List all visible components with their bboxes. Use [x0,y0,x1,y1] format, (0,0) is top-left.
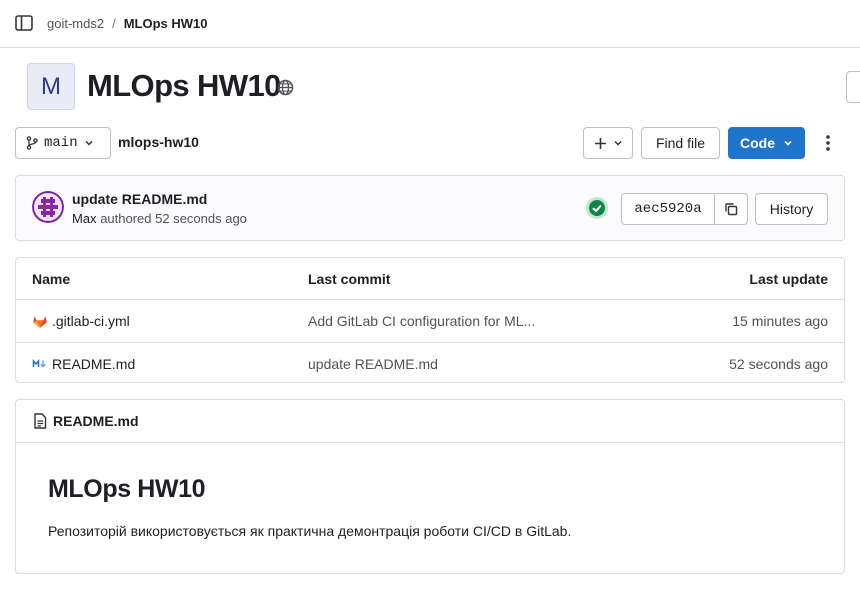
file-last-update: 52 seconds ago [729,356,828,372]
plus-icon [594,137,606,149]
file-last-commit[interactable]: update README.md [308,356,438,372]
table-row[interactable]: README.md update README.md 52 seconds ag… [16,342,844,384]
file-last-commit[interactable]: Add GitLab CI configuration for ML... [308,313,535,329]
breadcrumb: goit-mds2 / MLOps HW10 [47,16,208,31]
commit-sha[interactable]: aec5920a [621,193,715,225]
readme-filename[interactable]: README.md [53,413,139,429]
sidebar-toggle-icon[interactable] [15,15,33,31]
file-last-update: 15 minutes ago [732,313,828,329]
commit-time: authored 52 seconds ago [100,211,247,226]
file-icon [34,413,47,429]
readme-heading: MLOps HW10 [48,475,206,503]
branch-name: main [44,135,78,151]
gitlab-icon [33,316,47,328]
commit-meta: Max authored 52 seconds ago [72,211,247,226]
pipeline-status-icon[interactable] [585,196,609,220]
markdown-icon [32,358,46,368]
file-table: Name Last commit Last update .gitlab-ci.… [15,257,845,383]
repository-path[interactable]: mlops-hw10 [118,134,199,150]
branch-selector[interactable]: main [15,127,111,159]
file-name-cell[interactable]: .gitlab-ci.yml [32,313,130,329]
column-last-commit: Last commit [308,271,391,287]
file-name[interactable]: README.md [52,356,135,372]
page-title: MLOps HW10 [87,68,281,103]
table-header: Name Last commit Last update [16,258,844,300]
readme-panel: README.md MLOps HW10 Репозиторій викорис… [15,399,845,574]
chevron-down-icon [85,140,93,146]
column-last-update: Last update [749,271,828,287]
breadcrumb-project-link[interactable]: MLOps HW10 [124,16,208,31]
breadcrumb-group-link[interactable]: goit-mds2 [47,16,104,31]
more-actions-icon[interactable] [820,133,836,153]
project-avatar: M [27,63,75,110]
code-button-label: Code [740,135,775,151]
add-dropdown-button[interactable] [583,127,633,159]
file-name-cell[interactable]: README.md [32,356,135,372]
branch-icon [26,136,38,150]
last-commit-panel: update README.md Max authored 52 seconds… [15,175,845,241]
commit-author[interactable]: Max [72,211,97,226]
chevron-down-icon [613,140,622,146]
table-row[interactable]: .gitlab-ci.yml Add GitLab CI configurati… [16,300,844,342]
notifications-button[interactable] [846,71,860,103]
copy-sha-button[interactable] [715,193,748,225]
top-bar: goit-mds2 / MLOps HW10 [0,0,860,48]
commit-sha-group: aec5920a [621,193,748,225]
column-name: Name [32,271,71,287]
breadcrumb-separator: / [112,16,116,31]
copy-icon [725,203,738,216]
file-name[interactable]: .gitlab-ci.yml [52,313,130,329]
avatar[interactable] [32,191,64,223]
find-file-button[interactable]: Find file [641,127,720,159]
readme-body: Репозиторій використовується як практичн… [48,523,572,539]
commit-title[interactable]: update README.md [72,191,207,207]
globe-icon [277,79,294,96]
history-button[interactable]: History [755,193,828,225]
code-button[interactable]: Code [728,127,805,159]
readme-header: README.md [16,400,844,443]
chevron-down-icon [784,140,792,146]
